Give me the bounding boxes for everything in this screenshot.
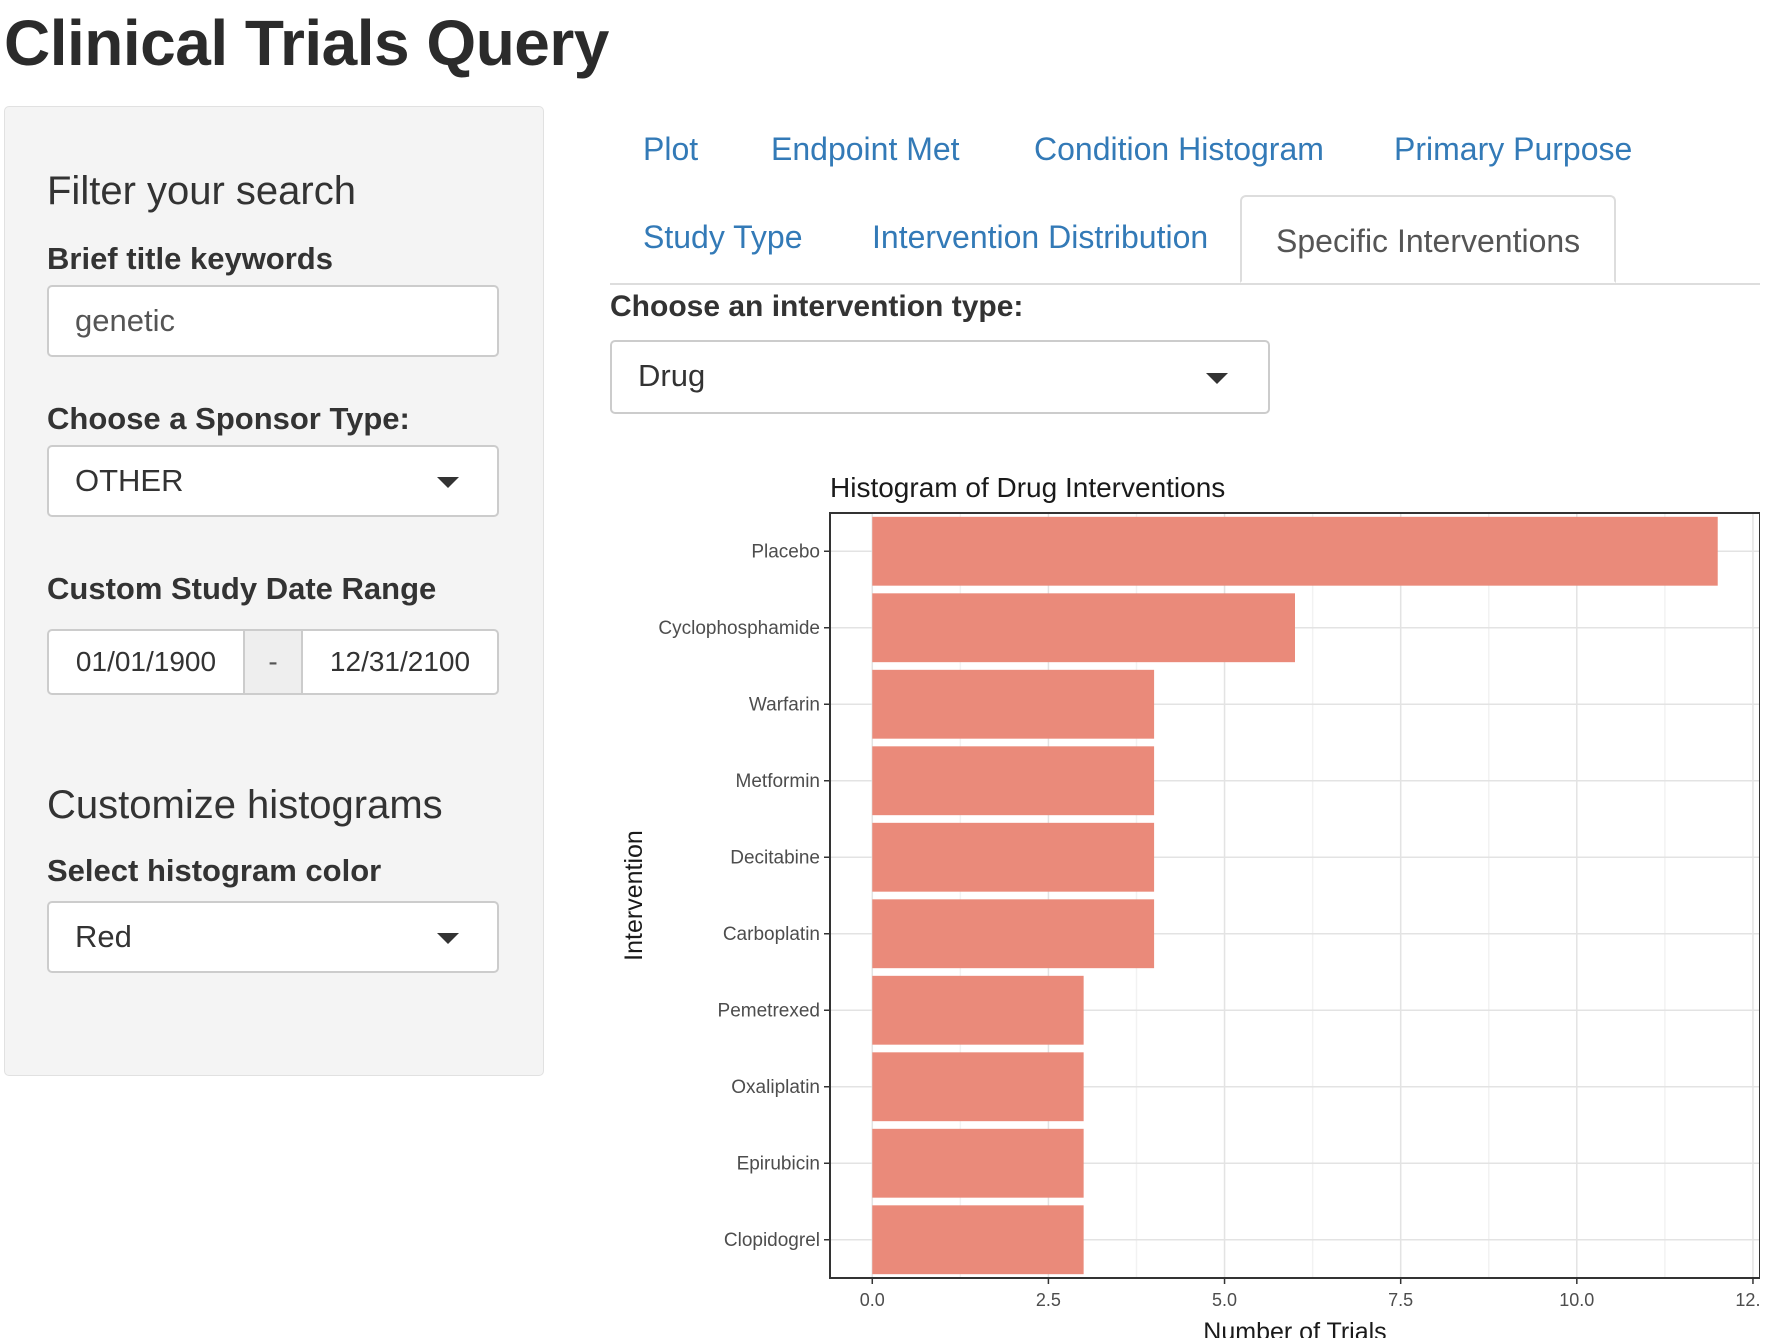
- bar: [872, 975, 1084, 1045]
- bar: [872, 899, 1155, 969]
- sponsor-label: Choose a Sponsor Type:: [47, 401, 410, 436]
- customize-heading: Customize histograms: [47, 783, 443, 827]
- color-value: Red: [75, 919, 132, 954]
- tab-endpoint-met[interactable]: Endpoint Met: [771, 126, 960, 172]
- tab-primary-purpose[interactable]: Primary Purpose: [1394, 126, 1632, 172]
- chevron-down-icon: [437, 477, 459, 488]
- date-start-input[interactable]: 01/01/1900: [49, 631, 243, 693]
- x-tick-label: 2.5: [1036, 1290, 1061, 1310]
- y-tick-label: Oxaliplatin: [731, 1077, 820, 1098]
- bar: [872, 822, 1155, 892]
- sponsor-select[interactable]: OTHER: [47, 445, 499, 517]
- tab-plot[interactable]: Plot: [643, 126, 698, 172]
- y-tick-label: Placebo: [751, 541, 820, 562]
- chart-title: Histogram of Drug Interventions: [830, 472, 1225, 503]
- tab-condition-histogram[interactable]: Condition Histogram: [1034, 126, 1324, 172]
- x-tick-label: 10.0: [1559, 1290, 1594, 1310]
- x-tick-label: 12.5: [1735, 1290, 1760, 1310]
- bar: [872, 746, 1155, 816]
- y-axis-title: Intervention: [620, 830, 648, 961]
- intervention-type-label: Choose an intervention type:: [610, 290, 1024, 323]
- tab-intervention-distribution[interactable]: Intervention Distribution: [872, 214, 1208, 260]
- keywords-value: genetic: [75, 303, 175, 338]
- date-end-input[interactable]: 12/31/2100: [303, 631, 497, 693]
- y-tick-label: Clopidogrel: [724, 1230, 820, 1251]
- bar: [872, 1128, 1084, 1198]
- y-tick-label: Decitabine: [730, 847, 820, 868]
- keywords-label: Brief title keywords: [47, 241, 333, 276]
- y-tick-label: Metformin: [736, 771, 820, 792]
- y-tick-label: Epirubicin: [737, 1153, 820, 1174]
- x-tick-label: 7.5: [1388, 1290, 1413, 1310]
- bar: [872, 593, 1295, 663]
- keywords-input[interactable]: genetic: [47, 285, 499, 357]
- x-tick-label: 0.0: [860, 1290, 885, 1310]
- filter-heading: Filter your search: [47, 169, 356, 213]
- x-tick-label: 5.0: [1212, 1290, 1237, 1310]
- y-tick-label: Carboplatin: [723, 924, 820, 945]
- bar: [872, 1052, 1084, 1122]
- tab-specific-interventions[interactable]: Specific Interventions: [1240, 195, 1617, 283]
- app-title: Clinical Trials Query: [4, 7, 609, 79]
- date-separator: -: [243, 631, 303, 693]
- bar: [872, 1205, 1084, 1275]
- sidebar-panel: Filter your search Brief title keywords …: [4, 106, 544, 1076]
- y-tick-label: Pemetrexed: [718, 1000, 820, 1021]
- date-range-input: 01/01/1900 - 12/31/2100: [47, 629, 499, 695]
- chevron-down-icon: [1206, 373, 1228, 384]
- date-range-label: Custom Study Date Range: [47, 571, 437, 606]
- color-select[interactable]: Red: [47, 901, 499, 973]
- y-tick-label: Cyclophosphamide: [658, 618, 820, 639]
- bar: [872, 669, 1155, 739]
- chevron-down-icon: [437, 933, 459, 944]
- intervention-histogram-chart: Placebo Cyclophosphamide Warfarin Metformin…: [620, 472, 1760, 1338]
- intervention-type-select[interactable]: Drug: [610, 340, 1270, 414]
- y-tick-label: Warfarin: [749, 694, 820, 715]
- bar: [872, 516, 1718, 586]
- intervention-type-value: Drug: [638, 358, 706, 393]
- color-label: Select histogram color: [47, 853, 382, 888]
- x-axis-title: Number of Trials: [1203, 1318, 1386, 1338]
- sponsor-value: OTHER: [75, 463, 184, 498]
- tab-divider: [610, 283, 1760, 285]
- tab-study-type[interactable]: Study Type: [643, 214, 803, 260]
